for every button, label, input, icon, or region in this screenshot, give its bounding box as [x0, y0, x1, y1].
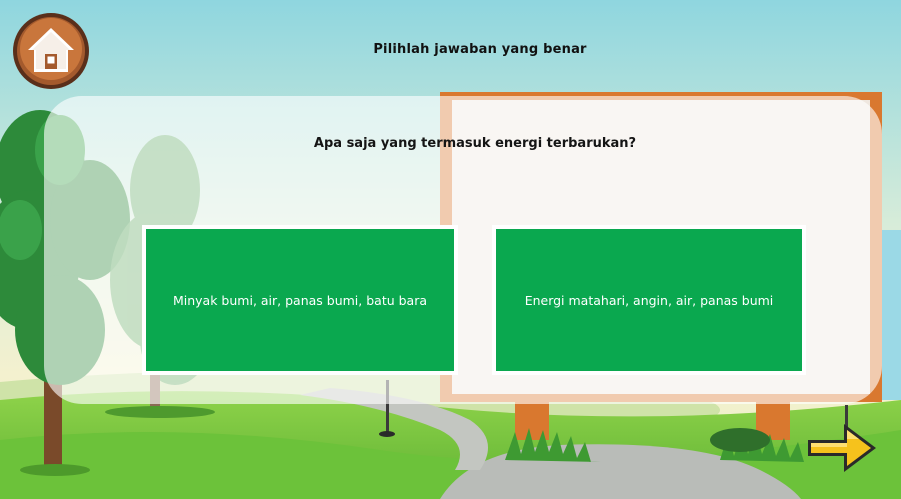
instruction-title: Pilihlah jawaban yang benar	[373, 42, 587, 57]
home-icon	[13, 13, 89, 89]
question-text: Apa saja yang termasuk energi terbarukan…	[313, 136, 637, 151]
answer-option-b-label: Energi matahari, angin, air, panas bumi	[524, 292, 774, 308]
arrow-right-icon	[808, 424, 876, 472]
home-button[interactable]	[12, 12, 90, 90]
answer-option-b[interactable]: Energi matahari, angin, air, panas bumi	[492, 225, 806, 375]
answer-option-a-label: Minyak bumi, air, panas bumi, batu bara	[172, 292, 428, 308]
answer-option-a[interactable]: Minyak bumi, air, panas bumi, batu bara	[142, 225, 458, 375]
next-button[interactable]	[804, 418, 880, 478]
